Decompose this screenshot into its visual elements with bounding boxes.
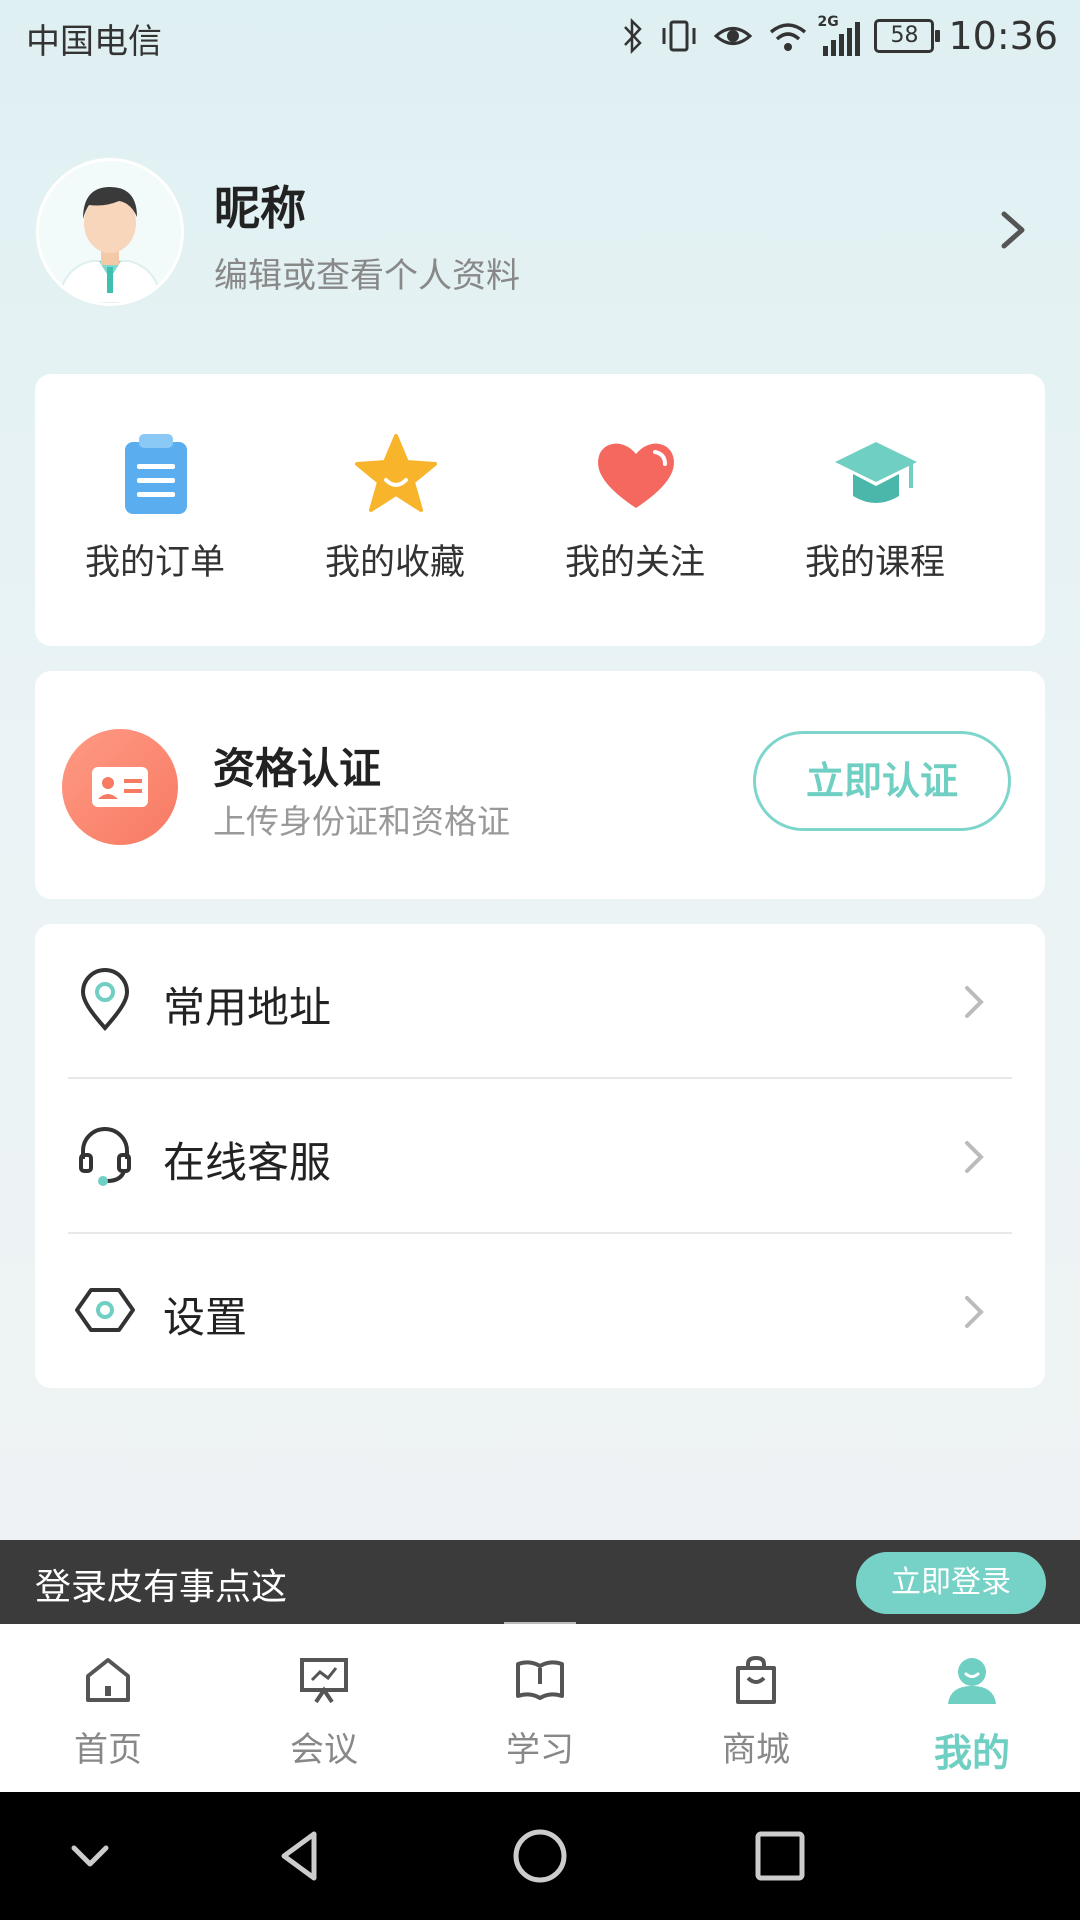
certification-title: 资格认证 xyxy=(213,744,382,793)
book-icon xyxy=(516,1660,564,1700)
tab-mall[interactable]: 商城 xyxy=(648,1624,864,1792)
tab-learning[interactable]: 学习 xyxy=(432,1624,648,1792)
certification-card: 资格认证 上传身份证和资格证 立即认证 xyxy=(35,671,1045,899)
status-icons: 2G 58 10:36 xyxy=(621,10,1058,62)
settings-menu-card: 常用地址 在线客服 设置 xyxy=(35,924,1045,1388)
menu-item-label: 常用地址 xyxy=(163,983,332,1032)
quick-action-label: 我的课程 xyxy=(804,543,945,583)
tab-home[interactable]: 首页 xyxy=(0,1624,216,1792)
clipboard-icon xyxy=(125,434,187,514)
carrier-name: 中国电信 xyxy=(26,22,162,62)
login-banner: 登录皮有事点这 立即登录 xyxy=(0,1540,1080,1624)
profile-icon xyxy=(948,1658,996,1704)
recent-apps-square-icon[interactable] xyxy=(750,1826,810,1886)
tab-label: 商城 xyxy=(722,1730,790,1770)
menu-item-support[interactable]: 在线客服 xyxy=(35,1079,1045,1234)
bottom-tab-bar: 首页 会议 学习 商城 我的 xyxy=(0,1624,1080,1792)
profile-subtitle[interactable]: 编辑或查看个人资料 xyxy=(214,248,520,297)
headset-icon xyxy=(79,1127,131,1186)
tab-meeting[interactable]: 会议 xyxy=(216,1624,432,1792)
status-bar: 中国电信 2G 58 10:36 xyxy=(0,0,1080,76)
certify-now-button[interactable]: 立即认证 xyxy=(753,731,1011,831)
back-triangle-icon[interactable] xyxy=(270,1826,330,1886)
tab-label: 会议 xyxy=(290,1730,358,1770)
chevron-right-icon xyxy=(965,986,984,1018)
vibrate-icon xyxy=(662,20,696,52)
chevron-right-icon xyxy=(965,1141,984,1173)
tab-mine[interactable]: 我的 xyxy=(864,1624,1080,1792)
quick-action-label: 我的订单 xyxy=(84,543,225,583)
quick-action-courses[interactable]: 我的课程 xyxy=(755,374,995,646)
tab-label: 学习 xyxy=(506,1730,574,1770)
quick-action-following[interactable]: 我的关注 xyxy=(515,374,755,646)
menu-item-label: 设置 xyxy=(163,1293,248,1342)
quick-action-favorites[interactable]: 我的收藏 xyxy=(275,374,515,646)
menu-item-label: 在线客服 xyxy=(163,1138,332,1187)
graduation-cap-icon xyxy=(835,442,917,503)
shopping-bag-icon xyxy=(736,1655,776,1704)
tab-label: 我的 xyxy=(933,1731,1010,1775)
doctor-avatar-icon xyxy=(39,161,181,303)
chevron-down-icon[interactable] xyxy=(60,1826,120,1886)
nickname[interactable]: 昵称 xyxy=(214,172,306,238)
menu-item-settings[interactable]: 设置 xyxy=(35,1234,1045,1389)
login-banner-text: 登录皮有事点这 xyxy=(35,1567,288,1608)
quick-action-orders[interactable]: 我的订单 xyxy=(35,374,275,646)
quick-actions-card: 我的订单 我的收藏 我的关注 我的课程 xyxy=(35,374,1045,646)
signal-indicator: 2G xyxy=(817,14,861,56)
presentation-icon xyxy=(300,1658,348,1704)
system-navigation-bar xyxy=(0,1792,1080,1920)
home-icon xyxy=(86,1658,130,1702)
star-icon xyxy=(355,434,437,512)
chevron-right-icon[interactable] xyxy=(994,206,1034,254)
login-now-button[interactable]: 立即登录 xyxy=(856,1552,1046,1614)
tab-label: 首页 xyxy=(74,1730,142,1770)
quick-action-label: 我的收藏 xyxy=(324,543,465,583)
quick-action-label: 我的关注 xyxy=(564,543,705,583)
chevron-right-icon xyxy=(965,1296,984,1328)
eye-icon xyxy=(714,27,753,45)
location-pin-icon xyxy=(80,968,130,1032)
settings-hexagon-icon xyxy=(75,1288,135,1332)
network-type: 2G xyxy=(817,14,839,30)
clock: 10:36 xyxy=(948,14,1058,58)
bluetooth-icon xyxy=(624,17,643,55)
id-card-icon xyxy=(62,729,178,845)
avatar[interactable] xyxy=(36,158,184,306)
home-circle-icon[interactable] xyxy=(510,1826,570,1886)
heart-icon xyxy=(598,443,674,508)
menu-item-address[interactable]: 常用地址 xyxy=(35,924,1045,1079)
certification-subtitle: 上传身份证和资格证 xyxy=(213,802,510,841)
wifi-icon xyxy=(770,23,807,51)
battery-icon: 58 xyxy=(874,19,941,53)
